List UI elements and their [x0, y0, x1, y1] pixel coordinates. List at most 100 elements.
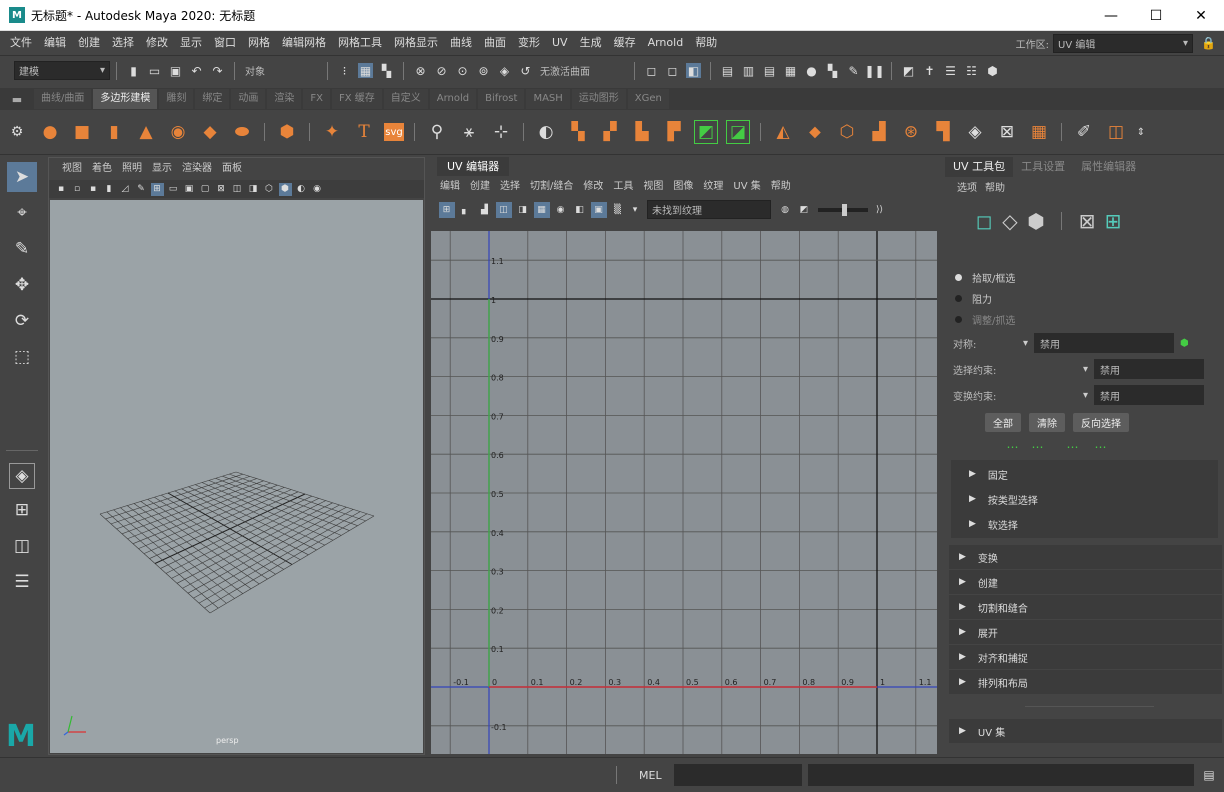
- redo-icon[interactable]: ↷: [210, 63, 225, 78]
- target-weld-icon[interactable]: ⊛: [899, 120, 923, 144]
- grease-pencil-icon[interactable]: ✎: [135, 183, 148, 196]
- menu-create[interactable]: 创建: [72, 31, 106, 55]
- type-icon[interactable]: T: [352, 120, 376, 144]
- texture-field[interactable]: 未找到纹理: [647, 200, 771, 219]
- shelf-tab-fx-caching[interactable]: FX 缓存: [331, 89, 382, 109]
- resolution-gate-icon[interactable]: ▣: [183, 183, 196, 196]
- viewport-menu-view[interactable]: 视图: [57, 158, 87, 180]
- close-button[interactable]: ✕: [1178, 0, 1224, 31]
- menu-edit-mesh[interactable]: 编辑网格: [276, 31, 332, 55]
- wireframe-icon[interactable]: ⬡: [263, 183, 276, 196]
- poly-torus-icon[interactable]: ◉: [166, 120, 190, 144]
- tab-tool-settings[interactable]: 工具设置: [1013, 157, 1073, 177]
- select-tool-icon[interactable]: ➤: [7, 162, 37, 192]
- uv-menu-textures[interactable]: 纹理: [698, 176, 728, 198]
- mirror-icon[interactable]: ▛: [662, 120, 686, 144]
- viewport-menu-renderer[interactable]: 渲染器: [177, 158, 217, 180]
- viewport-menu-shading[interactable]: 着色: [87, 158, 117, 180]
- four-view-icon[interactable]: ⊞: [7, 495, 37, 525]
- menu-modify[interactable]: 修改: [140, 31, 174, 55]
- input-ops-icon[interactable]: ◻: [644, 63, 659, 78]
- single-view-icon[interactable]: ◈: [9, 463, 35, 489]
- symmetry-map-icon[interactable]: ⬢: [1180, 338, 1189, 349]
- gate-mask-icon[interactable]: ▢: [199, 183, 212, 196]
- workspace-dropdown[interactable]: UV 编辑 ▾: [1053, 33, 1193, 53]
- toolbar-expand-icon[interactable]: ⟩⟩: [873, 203, 886, 216]
- menu-generate[interactable]: 生成: [574, 31, 608, 55]
- shelf-tab-arnold[interactable]: Arnold: [429, 89, 477, 109]
- slider-handle[interactable]: [841, 203, 847, 216]
- shelf-tab-motion-graphics[interactable]: 运动图形: [571, 89, 626, 109]
- exposure-icon[interactable]: ◩: [796, 202, 812, 218]
- render-view-icon[interactable]: ▤: [720, 63, 735, 78]
- shelf-tab-rigging[interactable]: 绑定: [195, 89, 230, 109]
- append-polygon-icon[interactable]: ⬥: [803, 120, 827, 144]
- section-align-snap[interactable]: ▶ 对齐和捕捉: [949, 645, 1222, 669]
- command-input[interactable]: [673, 764, 802, 786]
- multi-cut-icon[interactable]: ▟: [867, 120, 891, 144]
- two-view-icon[interactable]: ◫: [7, 531, 37, 561]
- script-language-label[interactable]: MEL: [639, 769, 662, 782]
- menu-arnold[interactable]: Arnold: [642, 31, 690, 55]
- uv-menu-cut-sew[interactable]: 切割/缝合: [525, 176, 578, 198]
- shrink-along-loop-icon[interactable]: ⋯: [1093, 440, 1108, 455]
- separate-icon[interactable]: ▚: [566, 120, 590, 144]
- perspective-view[interactable]: persp: [50, 200, 423, 753]
- light-editor-icon[interactable]: ✎: [846, 63, 861, 78]
- freeze-transform-icon[interactable]: ⊹: [489, 120, 513, 144]
- film-gate-icon[interactable]: ▭: [167, 183, 180, 196]
- image-plane-icon[interactable]: ▮: [103, 183, 116, 196]
- smooth-shade-icon[interactable]: ⬢: [278, 182, 292, 196]
- uv-texture-editor-view[interactable]: 1.1 1 0.9 0.8 0.7 0.6 0.5 0.4 0.3 0.2 0.1 -0.1 -0.1 0…: [431, 231, 937, 754]
- sculpt-icon[interactable]: ✐: [1072, 120, 1096, 144]
- image-display-icon[interactable]: ◧: [572, 202, 588, 218]
- paint-select-tool-icon[interactable]: ✎: [7, 234, 37, 264]
- section-create[interactable]: ▶ 创建: [949, 570, 1222, 594]
- combine-icon[interactable]: ◐: [534, 120, 558, 144]
- uv-menu-edit[interactable]: 编辑: [435, 176, 465, 198]
- snap-live-icon[interactable]: ↺: [518, 63, 533, 78]
- safe-title-icon[interactable]: ◨: [247, 183, 260, 196]
- poly-cube-icon[interactable]: ■: [70, 120, 94, 144]
- super-shape-icon[interactable]: ✦: [320, 120, 344, 144]
- move-tool-icon[interactable]: ✥: [7, 270, 37, 300]
- character-controls-icon[interactable]: ✝: [922, 63, 937, 78]
- menu-mesh-display[interactable]: 网格显示: [388, 31, 444, 55]
- shelf-tab-fx[interactable]: FX: [303, 89, 330, 109]
- shelf-scroll-icon[interactable]: ⇕: [1136, 120, 1146, 144]
- menu-uv[interactable]: UV: [546, 31, 574, 55]
- face-mode-icon[interactable]: ⬢: [1023, 208, 1049, 234]
- open-scene-icon[interactable]: ▭: [147, 63, 162, 78]
- fill-hole-icon[interactable]: ⊠: [995, 120, 1019, 144]
- menu-help[interactable]: 帮助: [689, 31, 723, 55]
- vertex-mode-icon[interactable]: ◻: [971, 208, 997, 234]
- selection-mode-dropdown[interactable]: 对象: [241, 61, 321, 80]
- camera-attributes-icon[interactable]: ▫: [71, 183, 84, 196]
- uv-menu-modify[interactable]: 修改: [578, 176, 608, 198]
- boolean-icon[interactable]: ▙: [630, 120, 654, 144]
- menu-window[interactable]: 窗口: [208, 31, 242, 55]
- menu-surfaces[interactable]: 曲面: [478, 31, 512, 55]
- shelf-tab-mash[interactable]: MASH: [526, 89, 570, 109]
- menu-cache[interactable]: 缓存: [608, 31, 642, 55]
- shelf-tab-xgen[interactable]: XGen: [627, 89, 669, 109]
- channel-box-icon[interactable]: ⬢: [985, 63, 1000, 78]
- menu-select[interactable]: 选择: [106, 31, 140, 55]
- bevel-icon[interactable]: ◭: [771, 120, 795, 144]
- edge-mode-icon[interactable]: ◇: [997, 208, 1023, 234]
- reduce-icon[interactable]: ▦: [1027, 120, 1051, 144]
- insert-edge-loop-icon[interactable]: ⬡: [835, 120, 859, 144]
- exposure-slider[interactable]: [817, 203, 868, 216]
- shelf-menu-icon[interactable]: ▬: [0, 93, 34, 106]
- gamma-icon[interactable]: ◍: [777, 202, 793, 218]
- safe-action-icon[interactable]: ◫: [231, 183, 244, 196]
- maximize-button[interactable]: ☐: [1133, 0, 1179, 31]
- textured-icon[interactable]: ◉: [311, 183, 324, 196]
- radio-tweak-marquee[interactable]: 调整/抓选: [945, 309, 1224, 330]
- snap-view-icon[interactable]: ⊚: [476, 63, 491, 78]
- uv-toolkit-menu-help[interactable]: 帮助: [981, 179, 1009, 194]
- filter-icon[interactable]: ▒: [610, 202, 626, 218]
- shelf-tab-custom[interactable]: 自定义: [383, 89, 428, 109]
- section-cut-sew[interactable]: ▶ 切割和缝合: [949, 595, 1222, 619]
- chevron-down-icon[interactable]: ▾: [1023, 338, 1028, 349]
